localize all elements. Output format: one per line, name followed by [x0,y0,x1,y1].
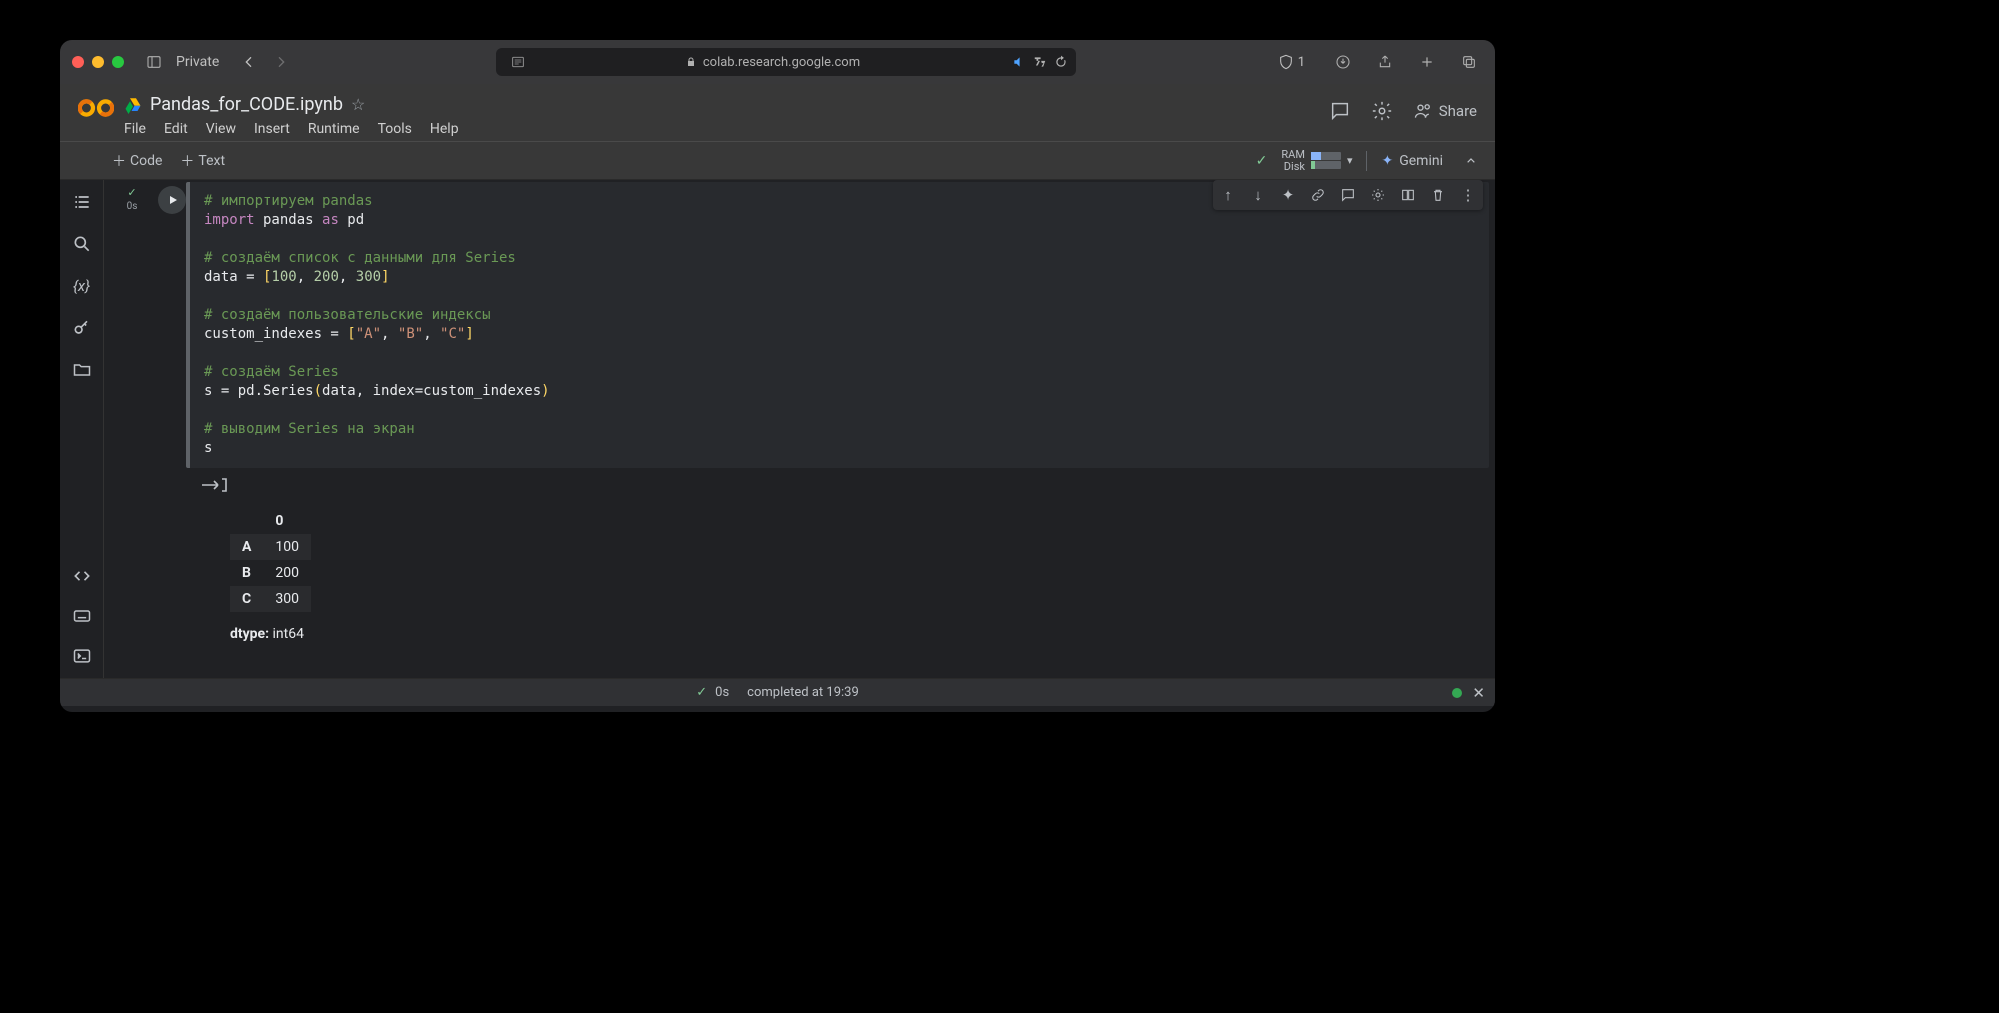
menu-insert[interactable]: Insert [254,121,290,137]
status-time: 0s [715,685,729,700]
add-text-button[interactable]: ＋Text [180,151,225,171]
add-code-button[interactable]: ＋Code [112,151,162,171]
browser-toolbar: Private colab.research.google.com 1 [60,40,1495,84]
secrets-key-icon[interactable] [72,318,92,338]
menu-help[interactable]: Help [430,121,459,137]
sidebar-toggle-icon[interactable] [140,48,168,76]
cell-exec-time: 0s [127,201,138,212]
reader-mode-icon[interactable] [504,48,532,76]
link-icon[interactable] [1309,186,1327,204]
menu-edit[interactable]: Edit [164,121,188,137]
audio-icon[interactable] [1012,55,1026,69]
sparkle-icon: ✦ [1381,153,1393,169]
cell-toolbar: ↑ ↓ ✦ ⋮ [1213,180,1483,210]
downloads-icon[interactable] [1329,48,1357,76]
close-window-button[interactable] [72,56,84,68]
code-editor[interactable]: # импортируем pandas import pandas as pd… [186,182,1489,468]
private-label: Private [176,54,219,70]
tabs-icon[interactable] [1455,48,1483,76]
move-down-icon[interactable]: ↓ [1249,186,1267,204]
maximize-window-button[interactable] [112,56,124,68]
status-message: completed at 19:39 [747,685,859,700]
variables-icon[interactable]: {x} [72,276,92,296]
terminal-icon[interactable] [72,646,92,666]
output-dtype: dtype: int64 [230,626,1489,642]
menu-runtime[interactable]: Runtime [308,121,360,137]
more-icon[interactable]: ⋮ [1459,186,1477,204]
table-row: A100 [230,534,311,560]
notebook-title[interactable]: Pandas_for_CODE.ipynb [150,94,343,115]
comment-icon[interactable] [1339,186,1357,204]
table-row: B200 [230,560,311,586]
lock-icon [685,56,697,68]
status-check-icon: ✓ [696,685,707,700]
toc-icon[interactable] [72,192,92,212]
forward-button[interactable] [267,48,295,76]
nav-arrows [235,48,295,76]
reload-icon[interactable] [1054,55,1068,69]
url-text: colab.research.google.com [703,55,860,70]
window-controls [72,56,124,68]
collapse-icon[interactable] [1457,147,1485,175]
code-cell[interactable]: ✓ 0s # импортируем pandas import pandas … [110,182,1489,654]
status-bar: ✓ 0s completed at 19:39 ✕ [60,678,1495,706]
menu-view[interactable]: View [206,121,236,137]
minimize-window-button[interactable] [92,56,104,68]
gemini-sparkle-icon[interactable]: ✦ [1279,186,1297,204]
tracker-count: 1 [1298,55,1305,70]
cell-gutter: ✓ 0s [110,182,154,654]
output-variable-icon[interactable] [200,476,228,494]
gemini-button[interactable]: ✦ Gemini [1381,153,1443,169]
tracker-shield[interactable]: 1 [1278,54,1305,70]
shield-icon [1278,54,1294,70]
notebook-area: ↑ ↓ ✦ ⋮ ✓ 0s # импортируем pan [104,180,1495,678]
translate-icon[interactable] [1032,55,1048,69]
address-bar[interactable]: colab.research.google.com [496,48,1076,76]
table-row: C300 [230,586,311,612]
connection-dot-icon [1452,688,1462,698]
disk-label: Disk [1281,161,1305,173]
drive-icon [124,96,142,114]
cell-status-check-icon: ✓ [127,186,136,199]
share-icon[interactable] [1371,48,1399,76]
move-up-icon[interactable]: ↑ [1219,186,1237,204]
share-label: Share [1439,102,1477,120]
checkmark-icon: ✓ [1256,153,1268,169]
star-icon[interactable]: ☆ [351,95,365,114]
resource-indicator[interactable]: RAM Disk ▾ [1281,149,1352,173]
cell-settings-icon[interactable] [1369,186,1387,204]
output-col-header: 0 [263,508,311,534]
notebook-body: {x} ↑ ↓ ✦ ⋮ [60,180,1495,678]
comments-icon[interactable] [1329,100,1351,122]
chevron-down-icon[interactable]: ▾ [1347,155,1353,167]
app-window: Private colab.research.google.com 1 [60,40,1495,712]
colab-header: Pandas_for_CODE.ipynb ☆ File Edit View Inse… [60,84,1495,142]
command-palette-icon[interactable] [72,606,92,626]
delete-cell-icon[interactable] [1429,186,1447,204]
search-icon[interactable] [72,234,92,254]
left-sidebar: {x} [60,180,104,678]
gemini-label: Gemini [1399,153,1443,169]
cell-output: 0 A100B200C300 dtype: int64 [230,468,1489,654]
menu-file[interactable]: File [124,121,146,137]
menu-bar: File Edit View Insert Runtime Tools Help [124,121,1329,137]
share-button[interactable]: Share [1413,101,1477,121]
output-table: 0 A100B200C300 [230,508,311,612]
notebook-toolbar: ＋Code ＋Text ✓ RAM Disk ▾ ✦ Gemini [60,142,1495,180]
new-tab-icon[interactable] [1413,48,1441,76]
settings-gear-icon[interactable] [1371,100,1393,122]
back-button[interactable] [235,48,263,76]
files-folder-icon[interactable] [72,360,92,380]
colab-logo-icon[interactable] [78,96,114,120]
mirror-cell-icon[interactable] [1399,186,1417,204]
status-close-icon[interactable]: ✕ [1472,684,1485,702]
run-cell-button[interactable] [158,186,186,214]
people-icon [1413,101,1433,121]
menu-tools[interactable]: Tools [378,121,412,137]
ram-label: RAM [1281,149,1305,161]
code-snippets-icon[interactable] [72,566,92,586]
